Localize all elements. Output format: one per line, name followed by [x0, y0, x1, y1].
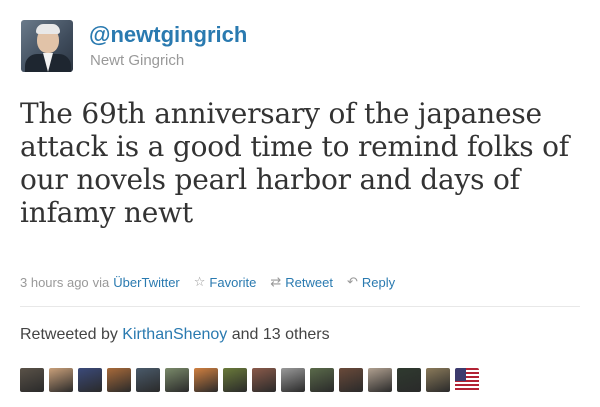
retweeter-avatar[interactable] — [20, 368, 44, 392]
profile-avatar[interactable] — [21, 20, 73, 72]
retweeted-prefix: Retweeted by — [20, 326, 118, 343]
retweeter-avatar[interactable] — [281, 368, 305, 392]
retweeted-by: Retweeted by KirthanShenoy and 13 others — [20, 326, 330, 344]
reply-label: Reply — [361, 274, 396, 290]
retweeter-avatar[interactable] — [252, 368, 276, 392]
star-icon: ☆ — [193, 274, 206, 289]
full-name: Newt Gingrich — [90, 52, 185, 69]
retweeter-avatar[interactable] — [107, 368, 131, 392]
retweeter-link[interactable]: KirthanShenoy — [122, 326, 227, 343]
tweet-text: The 69th anniversary of the japanese att… — [20, 97, 569, 229]
retweeter-avatar[interactable] — [165, 368, 189, 392]
tweet-meta: 3 hours ago via ÜberTwitter ☆ Favorite ⇄… — [20, 274, 395, 290]
via-label: via — [92, 274, 110, 290]
timestamp-link[interactable]: 3 hours ago — [20, 275, 89, 290]
source-link[interactable]: ÜberTwitter — [113, 275, 179, 290]
retweet-label: Retweet — [285, 274, 333, 290]
retweeter-avatar[interactable] — [339, 368, 363, 392]
retweeter-avatar-list — [20, 368, 479, 392]
retweeter-avatar[interactable] — [426, 368, 450, 392]
retweeter-avatar[interactable] — [223, 368, 247, 392]
retweeter-avatar[interactable] — [397, 368, 421, 392]
screen-name-link[interactable]: @newtgingrich — [89, 22, 247, 48]
favorite-label: Favorite — [209, 274, 257, 290]
retweeter-avatar-flag[interactable] — [455, 368, 479, 392]
retweeter-avatar[interactable] — [136, 368, 160, 392]
reply-button[interactable]: ↶ Reply — [347, 274, 395, 290]
retweeted-suffix: and 13 others — [231, 326, 330, 343]
retweeter-avatar[interactable] — [368, 368, 392, 392]
retweet-icon: ⇄ — [270, 274, 282, 289]
retweet-button[interactable]: ⇄ Retweet — [270, 274, 333, 290]
retweeter-avatar[interactable] — [194, 368, 218, 392]
retweeter-avatar[interactable] — [78, 368, 102, 392]
avatar-hair — [36, 24, 60, 34]
favorite-button[interactable]: ☆ Favorite — [194, 274, 257, 290]
divider — [20, 306, 580, 307]
reply-icon: ↶ — [347, 274, 358, 289]
retweeter-avatar[interactable] — [310, 368, 334, 392]
retweeter-avatar[interactable] — [49, 368, 73, 392]
tweet: @newtgingrich Newt Gingrich The 69th ann… — [0, 0, 600, 407]
